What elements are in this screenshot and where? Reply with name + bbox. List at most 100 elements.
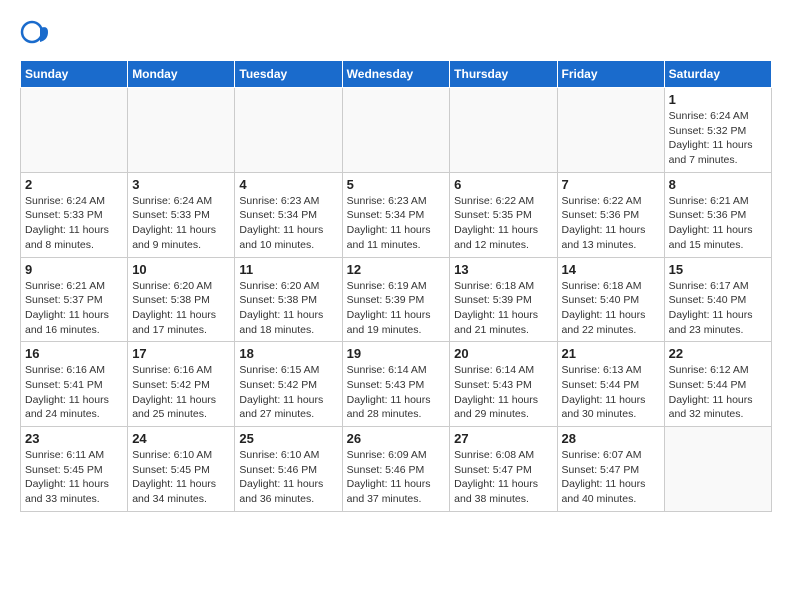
calendar-cell: 2 Sunrise: 6:24 AM Sunset: 5:33 PM Daylig… xyxy=(21,172,128,257)
day-number: 4 xyxy=(239,177,337,192)
calendar-header-row: SundayMondayTuesdayWednesdayThursdayFrid… xyxy=(21,61,772,88)
day-info: Sunrise: 6:08 AM Sunset: 5:47 PM Dayligh… xyxy=(454,448,552,507)
day-info: Sunrise: 6:19 AM Sunset: 5:39 PM Dayligh… xyxy=(347,279,446,338)
day-info: Sunrise: 6:14 AM Sunset: 5:43 PM Dayligh… xyxy=(347,363,446,422)
header-friday: Friday xyxy=(557,61,664,88)
day-info: Sunrise: 6:23 AM Sunset: 5:34 PM Dayligh… xyxy=(239,194,337,253)
day-info: Sunrise: 6:21 AM Sunset: 5:37 PM Dayligh… xyxy=(25,279,123,338)
day-number: 18 xyxy=(239,346,337,361)
calendar-cell: 25 Sunrise: 6:10 AM Sunset: 5:46 PM Dayli… xyxy=(235,427,342,512)
day-number: 24 xyxy=(132,431,230,446)
calendar-cell: 12 Sunrise: 6:19 AM Sunset: 5:39 PM Dayli… xyxy=(342,257,450,342)
day-info: Sunrise: 6:09 AM Sunset: 5:46 PM Dayligh… xyxy=(347,448,446,507)
day-info: Sunrise: 6:24 AM Sunset: 5:32 PM Dayligh… xyxy=(669,109,767,168)
day-number: 12 xyxy=(347,262,446,277)
day-number: 13 xyxy=(454,262,552,277)
calendar-cell xyxy=(557,88,664,173)
day-info: Sunrise: 6:07 AM Sunset: 5:47 PM Dayligh… xyxy=(562,448,660,507)
day-number: 15 xyxy=(669,262,767,277)
day-number: 28 xyxy=(562,431,660,446)
logo-icon xyxy=(20,20,50,50)
calendar-cell: 16Sunrise: 6:16 AM Sunset: 5:41 PM Dayli… xyxy=(21,342,128,427)
day-number: 11 xyxy=(239,262,337,277)
calendar-cell: 4 Sunrise: 6:23 AM Sunset: 5:34 PM Daylig… xyxy=(235,172,342,257)
day-info: Sunrise: 6:20 AM Sunset: 5:38 PM Dayligh… xyxy=(132,279,230,338)
day-info: Sunrise: 6:12 AM Sunset: 5:44 PM Dayligh… xyxy=(669,363,767,422)
day-number: 5 xyxy=(347,177,446,192)
calendar-week-row: 23 Sunrise: 6:11 AM Sunset: 5:45 PM Dayli… xyxy=(21,427,772,512)
header-tuesday: Tuesday xyxy=(235,61,342,88)
calendar-week-row: 16Sunrise: 6:16 AM Sunset: 5:41 PM Dayli… xyxy=(21,342,772,427)
day-info: Sunrise: 6:23 AM Sunset: 5:34 PM Dayligh… xyxy=(347,194,446,253)
calendar-week-row: 9 Sunrise: 6:21 AM Sunset: 5:37 PM Daylig… xyxy=(21,257,772,342)
calendar-cell: 6Sunrise: 6:22 AM Sunset: 5:35 PM Daylig… xyxy=(450,172,557,257)
calendar-cell: 14 Sunrise: 6:18 AM Sunset: 5:40 PM Dayli… xyxy=(557,257,664,342)
day-info: Sunrise: 6:18 AM Sunset: 5:40 PM Dayligh… xyxy=(562,279,660,338)
day-number: 22 xyxy=(669,346,767,361)
calendar-cell: 24 Sunrise: 6:10 AM Sunset: 5:45 PM Dayli… xyxy=(128,427,235,512)
calendar-cell xyxy=(128,88,235,173)
calendar-cell: 3Sunrise: 6:24 AM Sunset: 5:33 PM Daylig… xyxy=(128,172,235,257)
header-monday: Monday xyxy=(128,61,235,88)
logo xyxy=(20,20,54,50)
day-number: 20 xyxy=(454,346,552,361)
calendar-cell: 8 Sunrise: 6:21 AM Sunset: 5:36 PM Daylig… xyxy=(664,172,771,257)
day-number: 19 xyxy=(347,346,446,361)
header-sunday: Sunday xyxy=(21,61,128,88)
calendar-cell: 15 Sunrise: 6:17 AM Sunset: 5:40 PM Dayli… xyxy=(664,257,771,342)
day-number: 26 xyxy=(347,431,446,446)
calendar-cell xyxy=(450,88,557,173)
day-info: Sunrise: 6:16 AM Sunset: 5:41 PM Dayligh… xyxy=(25,363,123,422)
day-info: Sunrise: 6:22 AM Sunset: 5:36 PM Dayligh… xyxy=(562,194,660,253)
calendar-week-row: 2 Sunrise: 6:24 AM Sunset: 5:33 PM Daylig… xyxy=(21,172,772,257)
day-info: Sunrise: 6:21 AM Sunset: 5:36 PM Dayligh… xyxy=(669,194,767,253)
day-info: Sunrise: 6:17 AM Sunset: 5:40 PM Dayligh… xyxy=(669,279,767,338)
day-number: 17 xyxy=(132,346,230,361)
calendar-cell: 19 Sunrise: 6:14 AM Sunset: 5:43 PM Dayli… xyxy=(342,342,450,427)
day-number: 27 xyxy=(454,431,552,446)
calendar-cell: 26 Sunrise: 6:09 AM Sunset: 5:46 PM Dayli… xyxy=(342,427,450,512)
day-info: Sunrise: 6:14 AM Sunset: 5:43 PM Dayligh… xyxy=(454,363,552,422)
day-info: Sunrise: 6:16 AM Sunset: 5:42 PM Dayligh… xyxy=(132,363,230,422)
day-number: 6 xyxy=(454,177,552,192)
calendar-table: SundayMondayTuesdayWednesdayThursdayFrid… xyxy=(20,60,772,512)
calendar-cell: 10 Sunrise: 6:20 AM Sunset: 5:38 PM Dayli… xyxy=(128,257,235,342)
day-number: 14 xyxy=(562,262,660,277)
day-info: Sunrise: 6:11 AM Sunset: 5:45 PM Dayligh… xyxy=(25,448,123,507)
calendar-cell: 5 Sunrise: 6:23 AM Sunset: 5:34 PM Daylig… xyxy=(342,172,450,257)
calendar-cell: 11 Sunrise: 6:20 AM Sunset: 5:38 PM Dayli… xyxy=(235,257,342,342)
day-info: Sunrise: 6:10 AM Sunset: 5:45 PM Dayligh… xyxy=(132,448,230,507)
day-number: 9 xyxy=(25,262,123,277)
day-info: Sunrise: 6:18 AM Sunset: 5:39 PM Dayligh… xyxy=(454,279,552,338)
calendar-cell xyxy=(664,427,771,512)
day-number: 7 xyxy=(562,177,660,192)
calendar-cell: 28 Sunrise: 6:07 AM Sunset: 5:47 PM Dayli… xyxy=(557,427,664,512)
calendar-cell: 22 Sunrise: 6:12 AM Sunset: 5:44 PM Dayli… xyxy=(664,342,771,427)
header-wednesday: Wednesday xyxy=(342,61,450,88)
calendar-cell: 13 Sunrise: 6:18 AM Sunset: 5:39 PM Dayli… xyxy=(450,257,557,342)
day-number: 23 xyxy=(25,431,123,446)
header-saturday: Saturday xyxy=(664,61,771,88)
day-info: Sunrise: 6:24 AM Sunset: 5:33 PM Dayligh… xyxy=(132,194,230,253)
calendar-cell xyxy=(235,88,342,173)
day-number: 10 xyxy=(132,262,230,277)
calendar-cell: 1Sunrise: 6:24 AM Sunset: 5:32 PM Daylig… xyxy=(664,88,771,173)
day-info: Sunrise: 6:24 AM Sunset: 5:33 PM Dayligh… xyxy=(25,194,123,253)
calendar-cell: 23 Sunrise: 6:11 AM Sunset: 5:45 PM Dayli… xyxy=(21,427,128,512)
day-info: Sunrise: 6:13 AM Sunset: 5:44 PM Dayligh… xyxy=(562,363,660,422)
calendar-cell: 7 Sunrise: 6:22 AM Sunset: 5:36 PM Daylig… xyxy=(557,172,664,257)
day-number: 2 xyxy=(25,177,123,192)
day-info: Sunrise: 6:20 AM Sunset: 5:38 PM Dayligh… xyxy=(239,279,337,338)
page-header xyxy=(20,20,772,50)
calendar-cell: 17 Sunrise: 6:16 AM Sunset: 5:42 PM Dayli… xyxy=(128,342,235,427)
day-number: 21 xyxy=(562,346,660,361)
header-thursday: Thursday xyxy=(450,61,557,88)
day-number: 8 xyxy=(669,177,767,192)
calendar-cell: 18 Sunrise: 6:15 AM Sunset: 5:42 PM Dayli… xyxy=(235,342,342,427)
calendar-cell xyxy=(342,88,450,173)
day-info: Sunrise: 6:10 AM Sunset: 5:46 PM Dayligh… xyxy=(239,448,337,507)
day-info: Sunrise: 6:15 AM Sunset: 5:42 PM Dayligh… xyxy=(239,363,337,422)
day-number: 25 xyxy=(239,431,337,446)
calendar-cell: 27 Sunrise: 6:08 AM Sunset: 5:47 PM Dayli… xyxy=(450,427,557,512)
calendar-cell: 9 Sunrise: 6:21 AM Sunset: 5:37 PM Daylig… xyxy=(21,257,128,342)
